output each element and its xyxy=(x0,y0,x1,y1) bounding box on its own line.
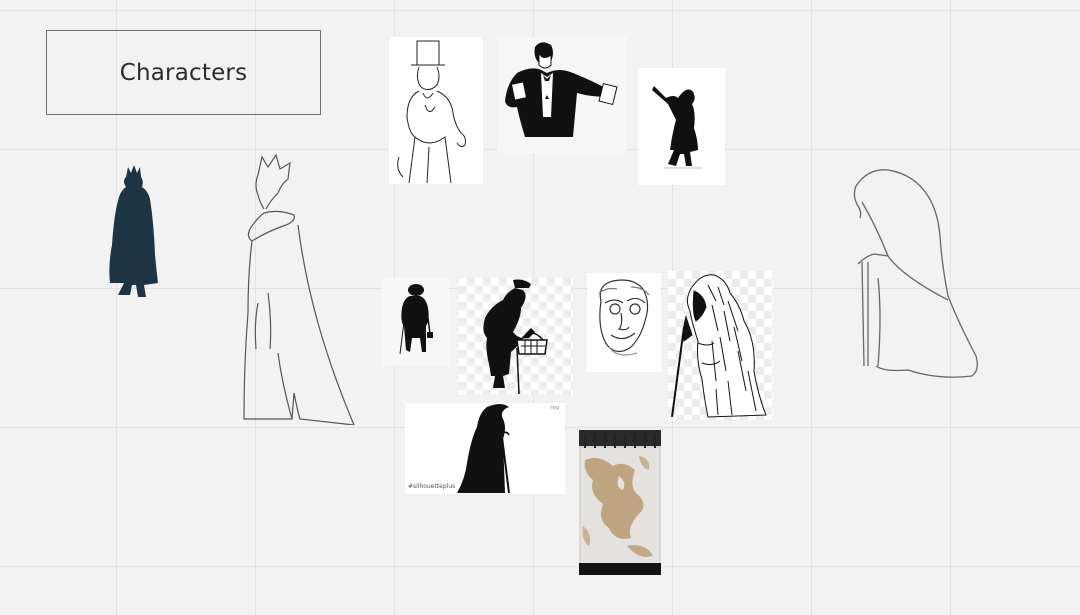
image-card-old-face-sketch[interactable] xyxy=(587,273,661,372)
image-card-magician[interactable] xyxy=(497,37,627,153)
image-card-old-woman-engraving[interactable] xyxy=(668,271,773,420)
image-card-stained-notebook[interactable] xyxy=(579,430,661,575)
whiteboard-canvas[interactable]: { "board": { "frame_title": "Characters"… xyxy=(0,0,1080,615)
silhouette-watermark: #silhouetteplus xyxy=(408,483,456,490)
image-card-silhouette-cane[interactable]: #silhouetteplus svg xyxy=(405,403,565,494)
image-card-old-lady-small[interactable] xyxy=(382,278,449,366)
image-card-woman-basket[interactable] xyxy=(459,278,573,395)
queen-outline-sketch-icon[interactable] xyxy=(238,153,358,426)
queen-silhouette-icon[interactable] xyxy=(104,165,162,300)
silhouette-corner-label: svg xyxy=(550,405,559,411)
image-card-child-silhouette[interactable] xyxy=(638,68,725,185)
hooded-figure-sketch-icon[interactable] xyxy=(848,166,982,381)
image-card-tophat-man[interactable] xyxy=(389,37,483,184)
frame-title: Characters xyxy=(119,59,248,86)
characters-frame[interactable]: Characters xyxy=(46,30,321,115)
